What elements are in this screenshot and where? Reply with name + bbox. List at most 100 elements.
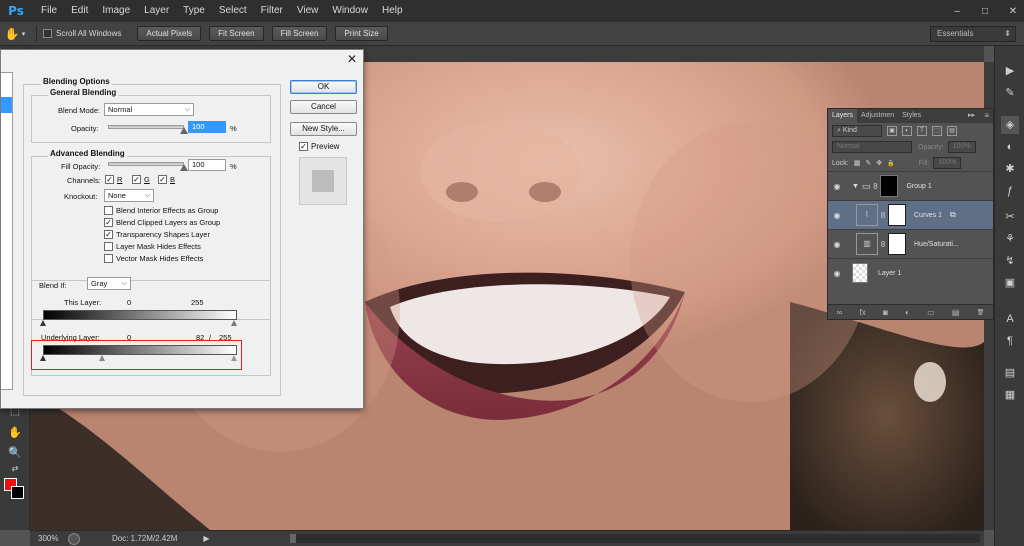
blend-if-select[interactable]: Gray ⌵ — [87, 277, 131, 290]
print-size-button[interactable]: Print Size — [335, 26, 388, 41]
menu-file[interactable]: File — [34, 0, 64, 22]
filter-adjustment-icon[interactable]: ◐ — [902, 126, 912, 136]
paragraph-panel-icon[interactable]: ¶ — [1001, 332, 1019, 350]
layer-style-icon[interactable]: ⧉ — [950, 210, 956, 220]
menu-view[interactable]: View — [290, 0, 326, 22]
delete-layer-icon[interactable]: 🗑 — [977, 309, 985, 316]
checkbox-box[interactable]: ✓ — [105, 175, 114, 184]
visibility-eye-icon[interactable]: ◉ — [828, 240, 846, 249]
menu-layer[interactable]: Layer — [137, 0, 176, 22]
filter-shape-icon[interactable]: ⬚ — [932, 126, 942, 136]
checkbox-box[interactable] — [104, 254, 113, 263]
cancel-button[interactable]: Cancel — [290, 100, 357, 114]
checkbox-box[interactable] — [43, 29, 52, 38]
swap-colors-icon[interactable]: ⇄ — [5, 460, 25, 478]
new-group-icon[interactable]: ▭ — [927, 308, 935, 317]
close-icon[interactable]: ✕ — [347, 52, 357, 66]
fill-opacity-slider-thumb[interactable] — [180, 164, 188, 171]
visibility-eye-icon[interactable]: ◉ — [828, 269, 846, 278]
info-panel-icon[interactable]: ▣ — [1001, 274, 1019, 292]
add-layer-style-icon[interactable]: fx — [860, 308, 866, 317]
menu-window[interactable]: Window — [325, 0, 375, 22]
menu-help[interactable]: Help — [375, 0, 410, 22]
clone-panel-icon[interactable]: ⚘ — [1001, 230, 1019, 248]
link-layers-icon[interactable]: ∞ — [837, 308, 843, 317]
horizontal-scrollbar[interactable] — [290, 534, 980, 543]
actions-panel-icon[interactable]: ▦ — [1001, 386, 1019, 404]
scrollbar-thumb[interactable] — [290, 534, 296, 543]
properties-panel-icon[interactable]: ✎ — [1001, 84, 1019, 102]
channel-r-checkbox[interactable]: ✓ R — [105, 175, 122, 184]
menu-select[interactable]: Select — [212, 0, 254, 22]
this-layer-white-stop[interactable] — [231, 320, 237, 326]
layer-row-group-1[interactable]: ◉ ▼ ▭ 8 Group 1 — [828, 171, 993, 200]
lock-position-icon[interactable]: ✥ — [876, 159, 882, 167]
layer-row-curves-1[interactable]: ◉ ⌇ 8 Curves 1 ⧉ — [828, 200, 993, 229]
layer-mask-hides-effects-checkbox[interactable]: Layer Mask Hides Effects — [104, 242, 201, 251]
layer-mask-thumbnail[interactable] — [888, 233, 906, 255]
actual-pixels-button[interactable]: Actual Pixels — [137, 26, 202, 41]
lock-image-icon[interactable]: ✎ — [865, 159, 871, 167]
layers-panel-icon[interactable]: ◈ — [1001, 116, 1019, 134]
character-panel-icon[interactable]: A — [1001, 310, 1019, 328]
this-layer-black-stop[interactable] — [40, 320, 46, 326]
preview-checkbox[interactable]: ✓ Preview — [299, 142, 339, 151]
checkbox-box[interactable]: ✓ — [299, 142, 308, 151]
checkbox-box[interactable]: ✓ — [132, 175, 141, 184]
lock-all-icon[interactable]: 🔒 — [887, 160, 894, 167]
opacity-input[interactable]: 100 — [188, 121, 226, 133]
new-style-button[interactable]: New Style... — [290, 122, 357, 136]
add-mask-icon[interactable]: ◙ — [883, 308, 888, 317]
new-layer-icon[interactable]: ▤ — [952, 308, 960, 317]
styles-list[interactable] — [1, 72, 13, 390]
menu-type[interactable]: Type — [176, 0, 212, 22]
visibility-eye-icon[interactable]: ◉ — [828, 182, 846, 191]
menu-filter[interactable]: Filter — [254, 0, 290, 22]
checkbox-box[interactable]: ✓ — [104, 218, 113, 227]
blend-interior-effects-checkbox[interactable]: Blend Interior Effects as Group — [104, 206, 218, 215]
checkbox-box[interactable] — [104, 206, 113, 215]
layer-row-hue-saturation[interactable]: ◉ ▥ 8 Hue/Saturati... — [828, 229, 993, 258]
blend-clipped-layers-checkbox[interactable]: ✓ Blend Clipped Layers as Group — [104, 218, 220, 227]
channel-g-checkbox[interactable]: ✓ G — [132, 175, 150, 184]
hue-saturation-adjustment-icon[interactable]: ▥ — [856, 233, 878, 255]
zoom-level[interactable]: 300% — [30, 534, 60, 543]
filter-kind-select[interactable]: ⌕ Kind — [832, 125, 882, 137]
checkbox-box[interactable]: ✓ — [104, 230, 113, 239]
layer-blend-mode-select[interactable]: Normal — [832, 141, 912, 153]
vector-mask-hides-effects-checkbox[interactable]: Vector Mask Hides Effects — [104, 254, 203, 263]
collapse-panel-icon[interactable]: ▸▸ — [968, 109, 975, 123]
tool-preset-picker[interactable]: ✋ ▾ — [0, 22, 30, 46]
curves-adjustment-icon[interactable]: ⌇ — [856, 204, 878, 226]
notes-panel-icon[interactable]: ▤ — [1001, 364, 1019, 382]
blend-mode-select[interactable]: Normal ⌵ — [104, 103, 194, 116]
scroll-all-windows-checkbox[interactable]: Scroll All Windows — [43, 29, 121, 38]
brush-panel-icon[interactable]: ✂ — [1001, 208, 1019, 226]
status-menu-arrow-icon[interactable]: ▶ — [203, 534, 209, 543]
menu-edit[interactable]: Edit — [64, 0, 95, 22]
filter-type-icon[interactable]: T — [917, 126, 927, 136]
maximize-button[interactable]: □ — [978, 6, 992, 17]
layer-fill-input[interactable]: 100% — [933, 157, 962, 169]
layer-opacity-input[interactable]: 100% — [947, 141, 976, 153]
fill-opacity-input[interactable]: 100 — [188, 159, 226, 171]
fill-opacity-slider[interactable] — [108, 162, 184, 166]
ok-button[interactable]: OK — [290, 80, 357, 94]
checkbox-box[interactable] — [104, 242, 113, 251]
tab-styles[interactable]: Styles — [898, 109, 925, 123]
expand-triangle-icon[interactable]: ▼ — [852, 183, 859, 190]
lock-transparent-icon[interactable]: ▦ — [854, 159, 861, 167]
transparency-shapes-checkbox[interactable]: ✓ Transparency Shapes Layer — [104, 230, 210, 239]
tab-adjustments[interactable]: Adjustmen — [857, 109, 898, 123]
fit-screen-button[interactable]: Fit Screen — [209, 26, 264, 41]
fill-screen-button[interactable]: Fill Screen — [271, 26, 328, 41]
visibility-eye-icon[interactable]: ◉ — [828, 211, 846, 220]
channel-b-checkbox[interactable]: ✓ B — [158, 175, 175, 184]
opacity-slider-thumb[interactable] — [180, 127, 188, 134]
minimize-button[interactable]: – — [950, 6, 964, 17]
background-color-swatch[interactable] — [11, 486, 24, 499]
styles-panel-icon[interactable]: ✱ — [1001, 160, 1019, 178]
new-adjustment-layer-icon[interactable]: ◐ — [905, 308, 910, 317]
history-panel-icon[interactable]: ▶ — [1001, 62, 1019, 80]
adjustments-panel-icon[interactable]: ◐ — [1001, 138, 1019, 156]
